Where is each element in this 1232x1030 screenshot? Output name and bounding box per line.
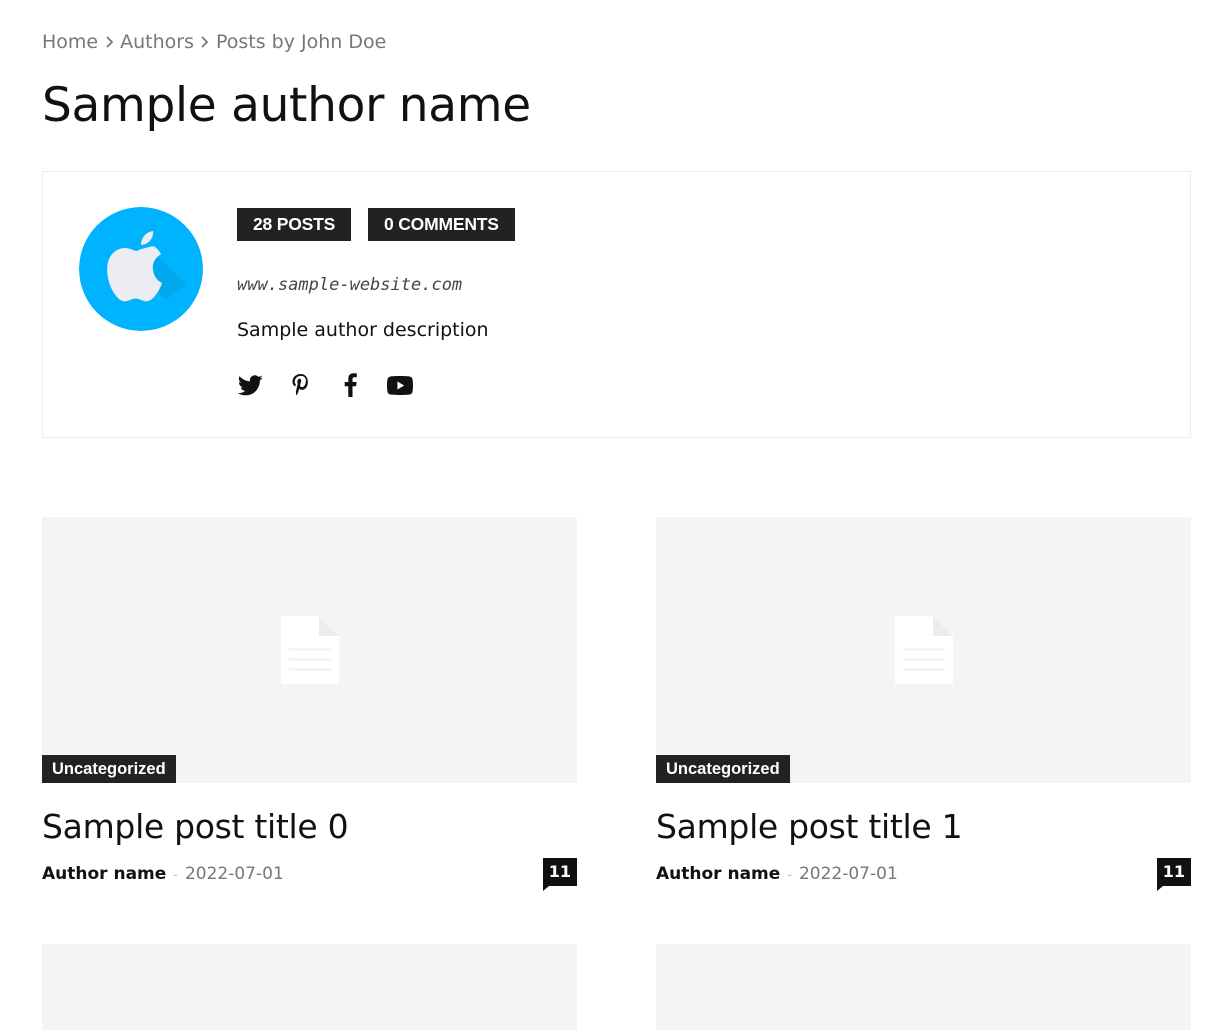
chevron-right-icon [194, 36, 216, 48]
meta-separator: - [787, 866, 792, 882]
post-author-link[interactable]: Author name [42, 864, 166, 884]
facebook-icon[interactable] [337, 372, 363, 398]
author-website-link[interactable]: www.sample-website.com [237, 275, 462, 295]
document-placeholder-icon [281, 616, 339, 684]
author-stats: 28 POSTS 0 COMMENTS [237, 208, 515, 241]
comment-count-badge[interactable]: 11 [542, 858, 577, 891]
post-card[interactable] [656, 944, 1191, 1030]
post-thumbnail[interactable] [656, 944, 1191, 1030]
avatar [79, 207, 203, 331]
breadcrumb: Home Authors Posts by John Doe [42, 31, 386, 53]
social-links [237, 372, 413, 398]
author-description: Sample author description [237, 319, 489, 341]
post-thumbnail[interactable]: Uncategorized [656, 517, 1191, 783]
post-author-link[interactable]: Author name [656, 864, 780, 884]
post-meta: Author name - 2022-07-01 11 [656, 858, 1191, 891]
category-tag[interactable]: Uncategorized [42, 755, 176, 783]
youtube-icon[interactable] [387, 372, 413, 398]
posts-count-badge: 28 POSTS [237, 208, 352, 241]
chevron-right-icon [98, 36, 120, 48]
post-title[interactable]: Sample post title 0 [42, 807, 349, 846]
pinterest-icon[interactable] [287, 372, 313, 398]
post-card[interactable]: Uncategorized Sample post title 0 Author… [42, 517, 577, 891]
author-box: 28 POSTS 0 COMMENTS www.sample-website.c… [42, 171, 1191, 438]
document-placeholder-icon [895, 616, 953, 684]
breadcrumb-authors-link[interactable]: Authors [120, 31, 194, 53]
category-tag[interactable]: Uncategorized [656, 755, 790, 783]
breadcrumb-home-link[interactable]: Home [42, 31, 98, 53]
comments-count-badge: 0 COMMENTS [368, 208, 515, 241]
post-thumbnail[interactable] [42, 944, 577, 1030]
post-date: 2022-07-01 [798, 864, 898, 884]
post-thumbnail[interactable]: Uncategorized [42, 517, 577, 783]
post-meta: Author name - 2022-07-01 11 [42, 858, 577, 891]
post-title[interactable]: Sample post title 1 [656, 807, 963, 846]
comment-count-badge[interactable]: 11 [1156, 858, 1191, 891]
breadcrumb-current: Posts by John Doe [215, 31, 387, 53]
post-card[interactable]: Uncategorized Sample post title 1 Author… [656, 517, 1191, 891]
apple-logo-icon [79, 207, 203, 331]
meta-separator: - [173, 866, 178, 882]
post-date: 2022-07-01 [184, 864, 284, 884]
twitter-icon[interactable] [237, 372, 263, 398]
page-title: Sample author name [42, 78, 531, 133]
post-card[interactable] [42, 944, 577, 1030]
